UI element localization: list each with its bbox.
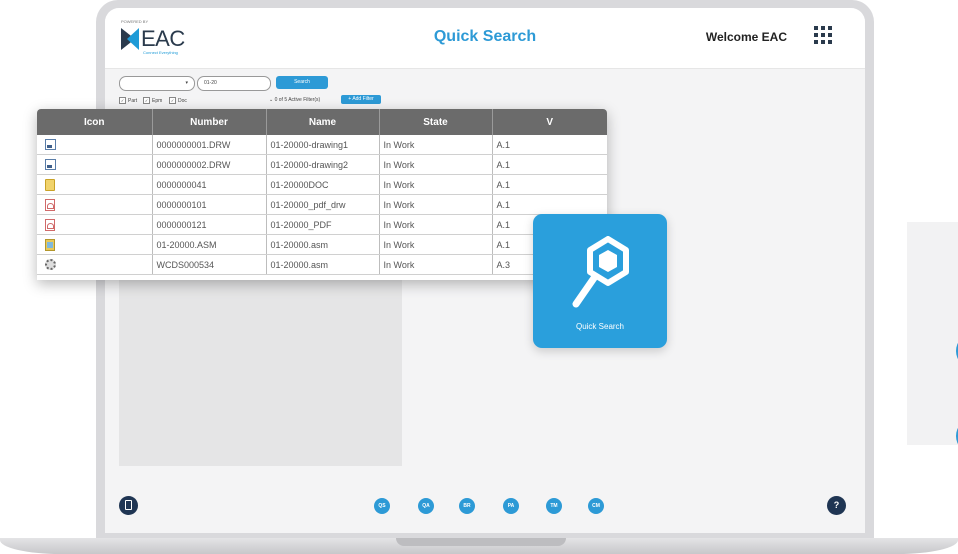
search-input[interactable]: 01-20	[197, 76, 271, 91]
cell-version: A.1	[492, 174, 607, 195]
document-icon	[45, 178, 55, 191]
nav-qa-button[interactable]: QA	[418, 498, 434, 514]
mobile-icon[interactable]	[119, 496, 138, 515]
cell-name: 01-20000-drawing2	[266, 154, 380, 175]
quick-search-tile-label: Quick Search	[575, 322, 625, 331]
cell-version: A.1	[492, 154, 607, 175]
cell-name: 01-20000DOC	[266, 174, 380, 195]
cell-version: A.1	[492, 135, 607, 155]
table-row[interactable]: 0000000041 01-20000DOC In Work A.1	[37, 174, 607, 195]
filter-doc-checkbox[interactable]: ✓ Doc	[169, 97, 187, 104]
cell-state: In Work	[379, 154, 493, 175]
column-header-number[interactable]: Number	[152, 109, 267, 135]
table-row[interactable]: 0000000002.DRW 01-20000-drawing2 In Work…	[37, 154, 607, 175]
nav-tm-button[interactable]: TM	[546, 498, 562, 514]
help-button[interactable]: ?	[827, 496, 846, 515]
logo-tagline: Connect Everything	[143, 50, 178, 55]
pdf-icon	[45, 198, 55, 211]
cell-number: 0000000121	[152, 214, 267, 235]
logo-powered-by: POWERED BY	[121, 19, 149, 24]
cell-state: In Work	[379, 214, 493, 235]
cell-number: 0000000002.DRW	[152, 154, 267, 175]
app-header: POWERED BY EAC Connect Everything Quick …	[105, 8, 865, 69]
column-header-state[interactable]: State	[379, 109, 493, 135]
cell-number: 0000000101	[152, 194, 267, 215]
cell-name: 01-20000.asm	[266, 254, 380, 275]
nav-br-button[interactable]: BR	[459, 498, 475, 514]
filter-part-checkbox[interactable]: ✓ Part	[119, 97, 137, 104]
column-header-version[interactable]: V	[492, 109, 607, 135]
nav-cm-button[interactable]: CM	[588, 498, 604, 514]
table-row[interactable]: 0000000101 01-20000_pdf_drw In Work A.1	[37, 194, 607, 215]
apps-grid-icon[interactable]	[814, 26, 832, 44]
cell-state: In Work	[379, 174, 493, 195]
cell-name: 01-20000_pdf_drw	[266, 194, 380, 215]
add-filter-button[interactable]: + Add Filter	[341, 95, 381, 104]
cell-number: 0000000001.DRW	[152, 135, 267, 155]
chevron-down-icon: ▾	[185, 80, 188, 86]
assembly-icon	[45, 238, 55, 251]
drawing-icon	[45, 159, 56, 171]
drawing-icon	[45, 139, 56, 151]
quick-search-tile[interactable]: Quick Search	[533, 214, 667, 348]
cell-state: In Work	[379, 234, 493, 255]
cell-state: In Work	[379, 254, 493, 275]
side-card	[907, 222, 958, 445]
pdf-icon	[45, 218, 55, 231]
results-table: Icon Number Name State V 0000000001.DRW …	[37, 109, 607, 280]
table-row[interactable]: 0000000121 01-20000_PDF In Work A.1	[37, 214, 607, 235]
table-row[interactable]: WCDS000534 01-20000.asm In Work A.3	[37, 254, 607, 275]
table-row[interactable]: 01-20000.ASM 01-20000.asm In Work A.1	[37, 234, 607, 255]
column-header-icon[interactable]: Icon	[37, 109, 153, 135]
gear-icon	[45, 259, 56, 271]
cell-name: 01-20000.asm	[266, 234, 380, 255]
bottom-toolbar: QS QA BR PA TM CM ?	[105, 478, 865, 518]
cell-number: 01-20000.ASM	[152, 234, 267, 255]
laptop-notch	[396, 538, 566, 546]
active-filters-toggle[interactable]: ⌄ 0 of 5 Active Filter(s)	[269, 97, 320, 103]
welcome-text: Welcome EAC	[705, 30, 787, 44]
cell-number: WCDS000534	[152, 254, 267, 275]
cell-number: 0000000041	[152, 174, 267, 195]
nav-pa-button[interactable]: PA	[503, 498, 519, 514]
cell-name: 01-20000-drawing1	[266, 135, 380, 155]
search-button[interactable]: Search	[276, 76, 328, 89]
cell-state: In Work	[379, 194, 493, 215]
type-select[interactable]: ▾	[119, 76, 195, 91]
cell-state: In Work	[379, 135, 493, 155]
table-header-row: Icon Number Name State V	[37, 109, 607, 135]
table-row[interactable]: 0000000001.DRW 01-20000-drawing1 In Work…	[37, 135, 607, 155]
cell-version: A.1	[492, 194, 607, 215]
search-input-value: 01-20	[204, 80, 217, 86]
nav-qs-button[interactable]: QS	[374, 498, 390, 514]
column-header-name[interactable]: Name	[266, 109, 380, 135]
filter-epm-checkbox[interactable]: ✓ Epm	[143, 97, 162, 104]
preview-panel	[119, 278, 402, 466]
magnifier-hexagon-icon	[572, 236, 629, 308]
cell-name: 01-20000_PDF	[266, 214, 380, 235]
